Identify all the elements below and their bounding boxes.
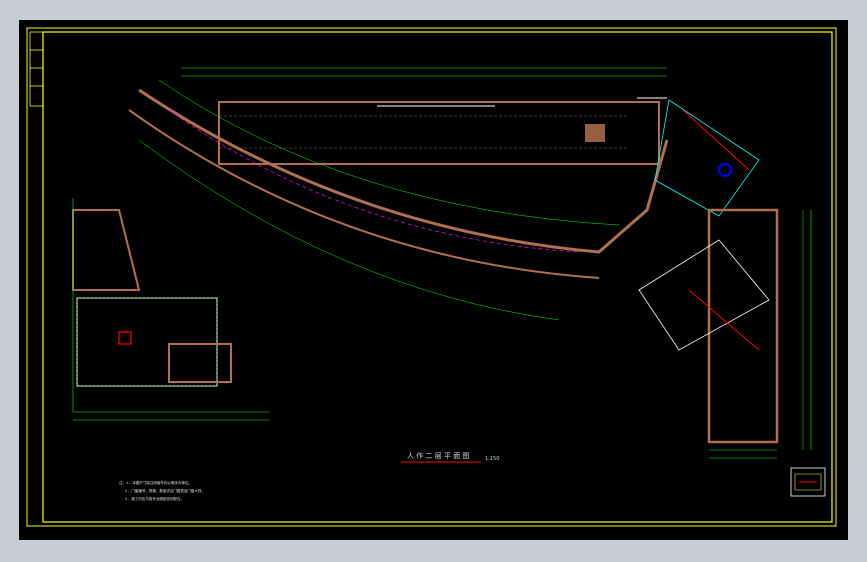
plan-scale-text: 1:150 xyxy=(485,456,499,462)
cad-viewport[interactable]: 人 作 二 层 平 面 图 1:150 注：1. 本图尺寸除注明者外均以毫米为单… xyxy=(19,20,848,540)
binding-strip xyxy=(29,31,43,107)
dimension-lines xyxy=(72,198,812,450)
note-line: 3. 施工时应与各专业图纸密切配合。 xyxy=(125,496,184,501)
east-block xyxy=(638,208,779,459)
drawing-title: 人 作 二 层 平 面 图 1:150 xyxy=(401,451,499,463)
key-plan-thumbnail xyxy=(790,467,826,497)
north-east-block xyxy=(654,99,760,217)
note-line: 注：1. 本图尺寸除注明者外均以毫米为单位。 xyxy=(119,480,192,485)
plan-title-text: 人 作 二 层 平 面 图 xyxy=(407,451,469,460)
general-notes: 注：1. 本图尺寸除注明者外均以毫米为单位。 2. 门窗编号、规格、数量详见门窗… xyxy=(119,480,205,501)
north-corridor-block xyxy=(181,67,667,165)
note-line: 2. 门窗编号、规格、数量详见门窗表及门窗大样。 xyxy=(125,488,205,493)
floor-plan-drawing: 人 作 二 层 平 面 图 1:150 注：1. 本图尺寸除注明者外均以毫米为单… xyxy=(26,27,837,527)
west-block xyxy=(72,209,232,387)
